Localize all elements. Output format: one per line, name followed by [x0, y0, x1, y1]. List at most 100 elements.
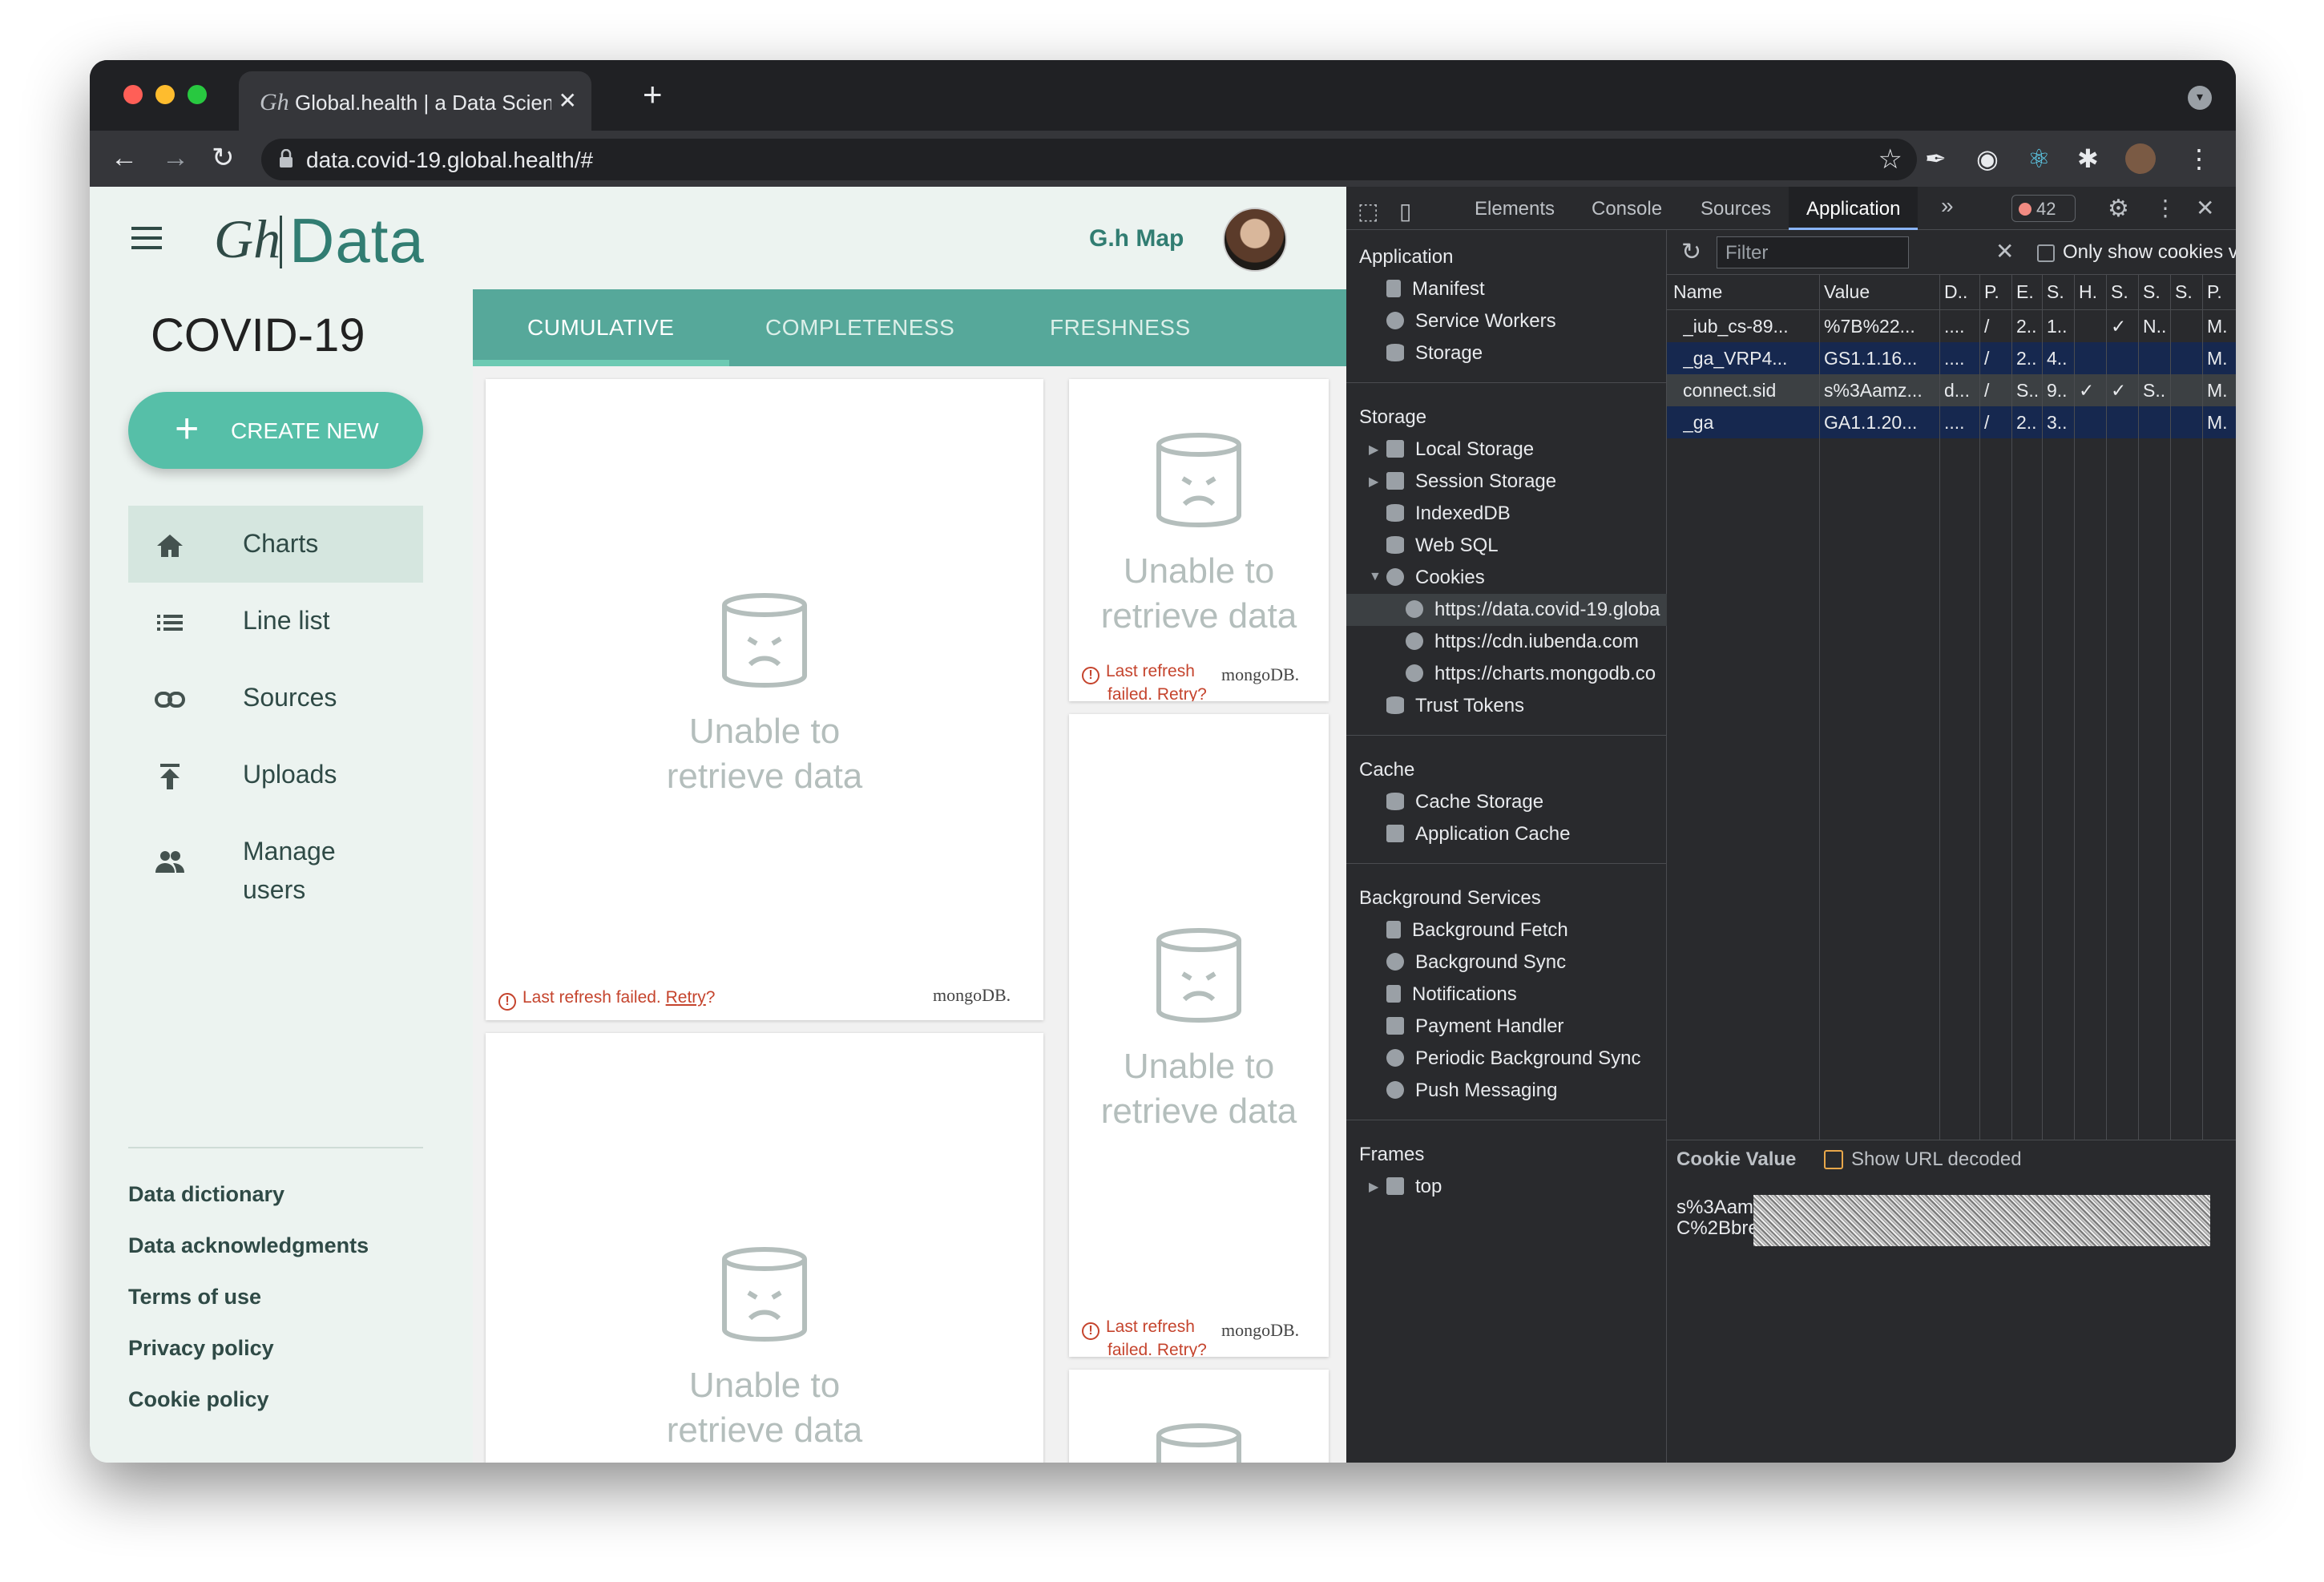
sidebar-item-application-cache[interactable]: Application Cache	[1386, 823, 1570, 845]
column-header[interactable]: S.	[2047, 281, 2072, 303]
clear-all-icon[interactable]: ✕	[1995, 238, 2014, 264]
column-header[interactable]: D..	[1944, 281, 1978, 303]
sidebar-item-manage-users[interactable]: Manage users	[128, 813, 423, 910]
tab-close-icon[interactable]: ✕	[559, 87, 577, 114]
tab-cumulative[interactable]: CUMULATIVE	[527, 315, 674, 341]
sidebar-item-background-sync[interactable]: Background Sync	[1386, 951, 1566, 974]
cookie-policy-link[interactable]: Cookie policy	[128, 1387, 269, 1412]
sidebar-item-session-storage[interactable]: Session Storage	[1386, 470, 1556, 493]
sidebar-item-indexeddb[interactable]: IndexedDB	[1386, 502, 1511, 525]
new-tab-button[interactable]: +	[643, 78, 663, 111]
retry-link[interactable]: Retry	[666, 988, 706, 1007]
column-divider[interactable]	[2170, 275, 2171, 1140]
sidebar-item-charts[interactable]: Charts	[128, 506, 423, 583]
tab-sources[interactable]: Sources	[1701, 198, 1771, 220]
sidebar-item-storage[interactable]: Storage	[1386, 342, 1483, 365]
column-header[interactable]: E.	[2016, 281, 2042, 303]
inspect-element-icon[interactable]: ⬚	[1358, 198, 1378, 224]
sidebar-item-manifest[interactable]: Manifest	[1386, 278, 1485, 301]
column-divider[interactable]	[1979, 275, 1980, 1140]
expand-arrow-icon[interactable]: ▶	[1369, 1179, 1378, 1195]
address-bar[interactable]: data.covid-19.global.health/# ☆	[261, 139, 1917, 180]
privacy-policy-link[interactable]: Privacy policy	[128, 1336, 274, 1361]
sidebar-item-push-messaging[interactable]: Push Messaging	[1386, 1080, 1557, 1102]
device-toolbar-icon[interactable]: ▯	[1399, 198, 1411, 224]
profile-avatar[interactable]	[2125, 143, 2156, 174]
sidebar-item-trust-tokens[interactable]: Trust Tokens	[1386, 695, 1524, 717]
column-header[interactable]: Name	[1673, 281, 1818, 303]
column-header[interactable]: P.	[1984, 281, 2010, 303]
record-extension-icon[interactable]: ◉	[1976, 142, 1999, 176]
close-devtools-icon[interactable]: ✕	[2196, 195, 2214, 221]
star-icon[interactable]: ☆	[1878, 143, 1902, 176]
column-divider[interactable]	[1819, 275, 1820, 1140]
puzzle-icon[interactable]: ✱	[2077, 142, 2099, 176]
tab-console[interactable]: Console	[1592, 198, 1662, 220]
cookie-domain-item[interactable]: https://cdn.iubenda.com	[1406, 631, 1639, 653]
create-new-button[interactable]: + CREATE NEW	[128, 392, 423, 469]
pen-extension-icon[interactable]: ✒	[1925, 142, 1947, 176]
terms-of-use-link[interactable]: Terms of use	[128, 1285, 261, 1310]
column-divider[interactable]	[2074, 275, 2075, 1140]
sidebar-item-periodic-sync[interactable]: Periodic Background Sync	[1386, 1047, 1640, 1070]
sidebar-item-background-fetch[interactable]: Background Fetch	[1386, 919, 1568, 942]
sidebar-item-cache-storage[interactable]: Cache Storage	[1386, 791, 1543, 813]
zoom-window-button[interactable]	[188, 85, 207, 104]
expand-arrow-icon[interactable]: ▶	[1369, 474, 1378, 490]
sidebar-item-top-frame[interactable]: top	[1386, 1176, 1442, 1198]
data-dictionary-link[interactable]: Data dictionary	[128, 1182, 284, 1207]
retry-link[interactable]: Retry	[1157, 685, 1197, 701]
column-header[interactable]: Value	[1824, 281, 1938, 303]
browser-tab[interactable]: Gh Global.health | a Data Science I ✕	[239, 71, 591, 131]
only-show-checkbox[interactable]	[2037, 244, 2055, 262]
sidebar-item-payment-handler[interactable]: Payment Handler	[1386, 1015, 1563, 1038]
tab-elements[interactable]: Elements	[1475, 198, 1555, 220]
minimize-window-button[interactable]	[155, 85, 175, 104]
data-acknowledgments-link[interactable]: Data acknowledgments	[128, 1233, 369, 1258]
column-header[interactable]: S.	[2175, 281, 2201, 303]
back-arrow-icon[interactable]: ←	[111, 140, 138, 176]
kebab-menu-icon[interactable]: ⋮	[2186, 142, 2212, 176]
tab-application[interactable]: Application	[1789, 187, 1919, 230]
column-divider[interactable]	[1939, 275, 1940, 1140]
cookie-domain-item[interactable]: https://charts.mongodb.co	[1406, 663, 1656, 685]
cookie-domain-item[interactable]: https://data.covid-19.globa	[1346, 594, 1667, 626]
user-avatar[interactable]	[1223, 208, 1287, 272]
column-header[interactable]: P.	[2207, 281, 2233, 303]
column-divider[interactable]	[2202, 275, 2203, 1140]
show-decoded-checkbox[interactable]	[1824, 1150, 1843, 1169]
sidebar-item-service-workers[interactable]: Service Workers	[1386, 310, 1556, 333]
tab-search-icon[interactable]: ▾	[2188, 86, 2212, 110]
column-divider[interactable]	[2138, 275, 2139, 1140]
hamburger-menu-icon[interactable]	[131, 227, 162, 249]
more-tabs-icon[interactable]: »	[1941, 193, 1954, 219]
reload-icon[interactable]: ↻	[212, 140, 235, 176]
sidebar-item-sources[interactable]: Sources	[128, 660, 423, 737]
filter-input[interactable]: Filter	[1717, 236, 1909, 268]
column-header[interactable]: S.	[2143, 281, 2169, 303]
sidebar-item-notifications[interactable]: Notifications	[1386, 983, 1517, 1006]
column-divider[interactable]	[2106, 275, 2107, 1140]
settings-gear-icon[interactable]: ⚙	[2108, 195, 2129, 223]
sidebar-item-web-sql[interactable]: Web SQL	[1386, 535, 1499, 557]
column-divider[interactable]	[2011, 275, 2012, 1140]
retry-link[interactable]: Retry	[1157, 1341, 1197, 1357]
close-window-button[interactable]	[123, 85, 143, 104]
tab-freshness[interactable]: FRESHNESS	[1050, 315, 1191, 341]
column-divider[interactable]	[2042, 275, 2043, 1140]
column-header[interactable]: S.	[2111, 281, 2136, 303]
forward-arrow-icon[interactable]: →	[162, 140, 189, 176]
kebab-menu-icon[interactable]: ⋮	[2154, 195, 2177, 221]
expand-arrow-icon[interactable]: ▶	[1369, 442, 1378, 458]
tab-completeness[interactable]: COMPLETENESS	[765, 315, 954, 341]
error-count-badge[interactable]: 42	[2011, 195, 2076, 222]
sidebar-item-line-list[interactable]: Line list	[128, 583, 423, 660]
refresh-icon[interactable]: ↻	[1681, 238, 1701, 266]
sidebar-item-local-storage[interactable]: Local Storage	[1386, 438, 1534, 461]
sidebar-item-uploads[interactable]: Uploads	[128, 737, 423, 813]
collapse-arrow-icon[interactable]: ▼	[1369, 570, 1382, 584]
react-extension-icon[interactable]: ⚛	[2027, 142, 2051, 176]
column-header[interactable]: H.	[2079, 281, 2104, 303]
sidebar-item-cookies[interactable]: Cookies	[1386, 567, 1485, 589]
gh-map-link[interactable]: G.h Map	[1089, 225, 1184, 252]
